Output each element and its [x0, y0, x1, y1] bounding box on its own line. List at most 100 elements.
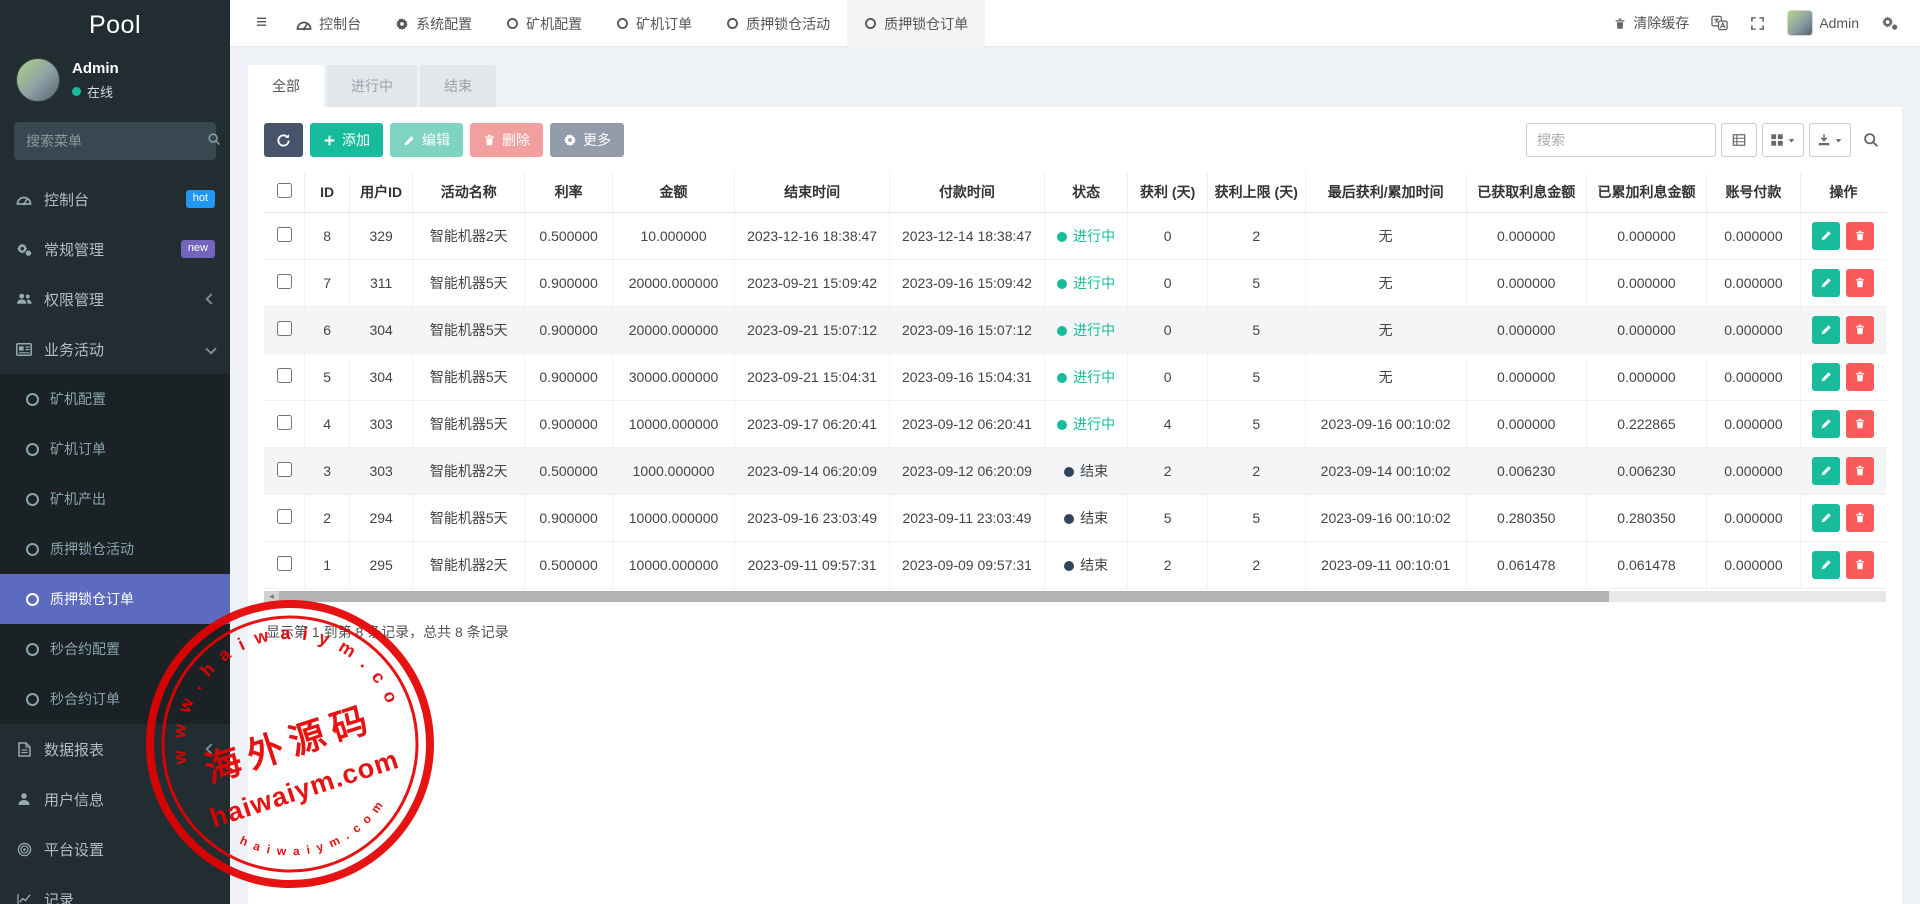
row-edit-button[interactable]	[1812, 222, 1840, 250]
row-checkbox[interactable]	[277, 321, 292, 336]
row-delete-button[interactable]	[1846, 222, 1874, 250]
cell-check	[264, 259, 305, 306]
settings-gears-icon[interactable]	[1881, 15, 1898, 31]
select-all-checkbox[interactable]	[277, 183, 292, 198]
row-checkbox[interactable]	[277, 274, 292, 289]
advanced-search-button[interactable]	[1856, 123, 1886, 157]
row-checkbox[interactable]	[277, 509, 292, 524]
row-checkbox[interactable]	[277, 368, 292, 383]
fullscreen-icon[interactable]	[1750, 16, 1765, 31]
sidebar-item-矿机产出[interactable]: 矿机产出	[0, 474, 230, 524]
sidebar-item-常规管理[interactable]: 常规管理new	[0, 224, 230, 274]
top-tab-质押锁仓订单[interactable]: 质押锁仓订单	[847, 0, 985, 47]
sidebar-item-控制台[interactable]: 控制台hot	[0, 174, 230, 224]
cell-id: 3	[305, 447, 350, 494]
sidebar-item-矿机订单[interactable]: 矿机订单	[0, 424, 230, 474]
cell-amount: 10000.000000	[612, 494, 734, 541]
sidebar-item-数据报表[interactable]: 数据报表	[0, 724, 230, 774]
clear-cache-button[interactable]: 清除缓存	[1613, 13, 1689, 33]
refresh-button[interactable]	[264, 123, 303, 157]
edit-button[interactable]: 编辑	[390, 123, 463, 157]
row-edit-button[interactable]	[1812, 363, 1840, 391]
sidebar-item-质押锁仓活动[interactable]: 质押锁仓活动	[0, 524, 230, 574]
trash-icon	[483, 133, 496, 147]
cell-profit_days: 4	[1128, 400, 1207, 447]
sidebar-item-矿机配置[interactable]: 矿机配置	[0, 374, 230, 424]
sidebar-item-记录[interactable]: 记录	[0, 874, 230, 904]
top-tab-label: 控制台	[319, 14, 361, 34]
horizontal-scrollbar[interactable]: ◂	[264, 591, 1886, 602]
menu-toggle-icon[interactable]: ≡	[244, 12, 279, 34]
delete-button[interactable]: 删除	[470, 123, 543, 157]
top-tab-质押锁仓活动[interactable]: 质押锁仓活动	[709, 0, 847, 47]
row-delete-button[interactable]	[1846, 363, 1874, 391]
filter-tab-进行中[interactable]: 进行中	[327, 65, 417, 107]
row-edit-button[interactable]	[1812, 269, 1840, 297]
topbar-user-name: Admin	[1819, 15, 1859, 31]
row-edit-button[interactable]	[1812, 504, 1840, 532]
cell-check	[264, 306, 305, 353]
row-edit-button[interactable]	[1812, 551, 1840, 579]
add-button[interactable]: 添加	[310, 123, 383, 157]
columns-button[interactable]	[1762, 123, 1804, 157]
table-row: 2294智能机器5天0.90000010000.0000002023-09-16…	[264, 494, 1886, 541]
toggle-view-button[interactable]	[1721, 123, 1757, 157]
cell-profit_cap: 2	[1207, 447, 1305, 494]
cell-interest_accrued: 0.222865	[1586, 400, 1706, 447]
language-icon[interactable]	[1711, 15, 1728, 31]
filter-tabs: 全部进行中结束	[248, 65, 1902, 107]
row-delete-button[interactable]	[1846, 410, 1874, 438]
sidebar-item-秒合约订单[interactable]: 秒合约订单	[0, 674, 230, 724]
row-delete-button[interactable]	[1846, 457, 1874, 485]
top-tab-矿机订单[interactable]: 矿机订单	[599, 0, 709, 47]
cell-id: 7	[305, 259, 350, 306]
top-tab-矿机配置[interactable]: 矿机配置	[489, 0, 599, 47]
more-button[interactable]: 更多	[550, 123, 624, 157]
cell-pay_time: 2023-12-14 18:38:47	[890, 212, 1045, 259]
topbar-right: 清除缓存 Admin	[1613, 10, 1920, 36]
cell-last_profit_time: 无	[1305, 259, 1466, 306]
table-search-input[interactable]	[1526, 123, 1716, 157]
status-badge: 结束	[1064, 510, 1108, 526]
row-edit-button[interactable]	[1812, 457, 1840, 485]
row-checkbox[interactable]	[277, 556, 292, 571]
sidebar-item-平台设置[interactable]: 平台设置	[0, 824, 230, 874]
sidebar-item-label: 控制台	[44, 189, 175, 210]
sidebar-search-input[interactable]	[26, 133, 207, 149]
row-edit-button[interactable]	[1812, 410, 1840, 438]
filter-tab-全部[interactable]: 全部	[248, 65, 324, 107]
sidebar-item-用户信息[interactable]: 用户信息	[0, 774, 230, 824]
column-header-interest_accrued: 已累加利息金额	[1586, 172, 1706, 212]
sidebar-item-权限管理[interactable]: 权限管理	[0, 274, 230, 324]
card-icon	[15, 343, 33, 356]
sidebar-menu: 控制台hot常规管理new权限管理业务活动矿机配置矿机订单矿机产出质押锁仓活动质…	[0, 174, 230, 904]
column-header-actions: 操作	[1800, 172, 1886, 212]
row-delete-button[interactable]	[1846, 504, 1874, 532]
filter-tab-结束[interactable]: 结束	[420, 65, 496, 107]
cell-pay_time: 2023-09-16 15:09:42	[890, 259, 1045, 306]
export-button[interactable]	[1809, 123, 1851, 157]
column-header-end_time: 结束时间	[735, 172, 890, 212]
top-tab-控制台[interactable]: 控制台	[279, 0, 378, 47]
top-tab-系统配置[interactable]: 系统配置	[378, 0, 489, 47]
sidebar-item-业务活动[interactable]: 业务活动	[0, 324, 230, 374]
top-tab-label: 系统配置	[416, 14, 472, 34]
sidebar-item-秒合约配置[interactable]: 秒合约配置	[0, 624, 230, 674]
cell-rate: 0.500000	[525, 447, 613, 494]
sidebar-item-label: 常规管理	[44, 239, 170, 260]
row-delete-button[interactable]	[1846, 269, 1874, 297]
circle-icon	[616, 17, 629, 30]
row-delete-button[interactable]	[1846, 551, 1874, 579]
row-checkbox[interactable]	[277, 227, 292, 242]
row-edit-button[interactable]	[1812, 316, 1840, 344]
cell-amount: 1000.000000	[612, 447, 734, 494]
row-delete-button[interactable]	[1846, 316, 1874, 344]
search-icon[interactable]	[207, 132, 221, 151]
sidebar-item-质押锁仓订单[interactable]: 质押锁仓订单	[0, 574, 230, 624]
row-checkbox[interactable]	[277, 415, 292, 430]
scrollbar-thumb[interactable]	[279, 591, 1609, 602]
row-checkbox[interactable]	[277, 462, 292, 477]
topbar-user[interactable]: Admin	[1787, 10, 1859, 36]
cell-activity: 智能机器5天	[413, 306, 525, 353]
scrollbar-left-arrow[interactable]: ◂	[264, 591, 279, 602]
